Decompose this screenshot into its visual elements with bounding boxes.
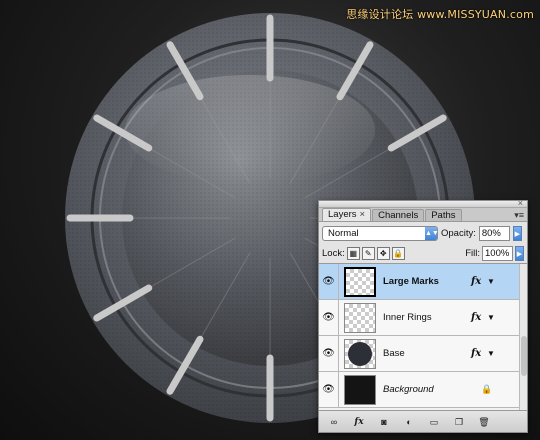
- layer-thumbnail: [344, 338, 376, 369]
- panel-tabs: Layers × Channels Paths ▾≡: [319, 208, 527, 222]
- layer-name: Background: [383, 384, 434, 395]
- layer-thumbnail: [344, 266, 376, 297]
- panel-bottom-bar: ∞ fx ◙ ◐ ▭ ❐ 🗑: [319, 410, 527, 432]
- link-icon[interactable]: ∞: [325, 415, 343, 429]
- folder-icon[interactable]: ▭: [425, 415, 443, 429]
- fx-icon[interactable]: fx: [471, 276, 487, 287]
- trash-icon[interactable]: 🗑: [475, 415, 493, 429]
- dial-gloss: [125, 75, 375, 185]
- layer-list-scrollbar[interactable]: [519, 264, 527, 410]
- layer-row-base[interactable]: 👁 Base fx ▼: [319, 335, 527, 372]
- layer-name: Base: [383, 348, 405, 359]
- panel-menu-icon[interactable]: ▾≡: [514, 210, 524, 221]
- tab-close-icon[interactable]: ×: [360, 209, 366, 220]
- expand-triangle-icon[interactable]: ▼: [487, 313, 497, 322]
- layer-list: 👁 Large Marks fx ▼ 👁 Inner Rings fx ▼ 👁 …: [319, 263, 527, 410]
- layer-thumbnail: [344, 302, 376, 333]
- eye-icon[interactable]: 👁: [319, 263, 339, 300]
- tab-layers[interactable]: Layers ×: [322, 208, 372, 221]
- adjustment-icon[interactable]: ◐: [400, 415, 418, 429]
- lock-brush-icon[interactable]: ✎: [361, 247, 375, 260]
- layer-row-inner-rings[interactable]: 👁 Inner Rings fx ▼: [319, 299, 527, 336]
- watermark: 思缘设计论坛 www.MISSYUAN.com: [346, 8, 534, 21]
- scrollbar-thumb[interactable]: [521, 336, 527, 376]
- fx-icon[interactable]: fx: [471, 312, 487, 323]
- fx-icon[interactable]: fx: [471, 348, 487, 359]
- blend-mode-value: Normal: [328, 227, 359, 239]
- opacity-field[interactable]: 80%: [478, 225, 510, 241]
- fill-label: Fill:: [465, 248, 480, 259]
- layers-panel: × Layers × Channels Paths ▾≡ Normal ▲▼ Opa…: [318, 198, 528, 433]
- lock-icon: 🔒: [481, 384, 493, 394]
- expand-triangle-icon[interactable]: ▼: [487, 349, 497, 358]
- chevron-updown-icon: ▲▼: [425, 226, 439, 240]
- blend-row: Normal ▲▼ Opacity: 80% ▶: [319, 222, 527, 244]
- eye-icon[interactable]: 👁: [319, 299, 339, 336]
- expand-triangle-icon[interactable]: ▼: [487, 277, 497, 286]
- fx-icon[interactable]: fx: [350, 415, 368, 429]
- fill-slider-button[interactable]: ▶: [515, 246, 524, 261]
- blend-mode-select[interactable]: Normal ▲▼: [322, 225, 439, 241]
- fill-field[interactable]: 100%: [482, 246, 513, 261]
- lock-transparent-icon[interactable]: ▦: [346, 247, 360, 260]
- panel-titlebar[interactable]: ×: [319, 198, 527, 208]
- layer-name: Inner Rings: [383, 312, 432, 323]
- eye-icon[interactable]: 👁: [319, 371, 339, 408]
- lock-all-icon[interactable]: 🔒: [391, 247, 405, 260]
- layer-thumbnail: [344, 374, 376, 405]
- layer-row-large-marks[interactable]: 👁 Large Marks fx ▼: [319, 263, 527, 300]
- layer-name: Large Marks: [383, 276, 439, 287]
- layer-row-background[interactable]: 👁 Background 🔒: [319, 371, 527, 408]
- opacity-slider-button[interactable]: ▶: [512, 225, 522, 241]
- circle-thumbnail-icon: [348, 341, 372, 366]
- eye-icon[interactable]: 👁: [319, 335, 339, 372]
- panel-close-icon[interactable]: ×: [518, 198, 523, 208]
- mask-icon[interactable]: ◙: [375, 415, 393, 429]
- opacity-label: Opacity:: [441, 227, 476, 239]
- lock-row: Lock: ▦ ✎ ✥ 🔒 Fill: 100% ▶: [319, 244, 527, 264]
- lock-move-icon[interactable]: ✥: [376, 247, 390, 260]
- new-layer-icon[interactable]: ❐: [450, 415, 468, 429]
- tab-paths[interactable]: Paths: [425, 209, 462, 221]
- tab-channels[interactable]: Channels: [372, 209, 425, 221]
- lock-label: Lock:: [322, 248, 345, 259]
